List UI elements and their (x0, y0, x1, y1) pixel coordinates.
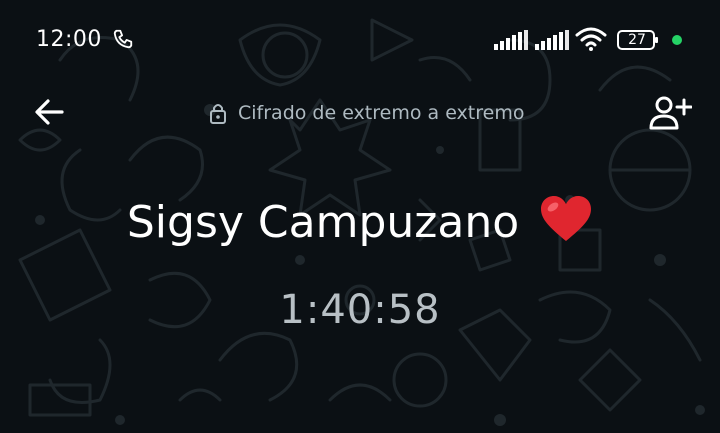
call-duration: 1:40:58 (279, 287, 441, 333)
contact-name: Sigsy Campuzano (0, 195, 720, 248)
encryption-label: Cifrado de extremo a extremo (238, 102, 525, 124)
contact-name-text: Sigsy Campuzano (126, 197, 520, 248)
encryption-notice: Cifrado de extremo a extremo (208, 101, 524, 125)
wifi-icon (575, 27, 607, 51)
signal-icon (494, 30, 528, 50)
back-arrow-icon[interactable] (32, 94, 68, 130)
lock-icon (210, 104, 226, 124)
phone-icon (113, 29, 133, 49)
status-bar: 12:00 27 (0, 0, 720, 80)
signal-icon (535, 30, 569, 50)
heart-icon (541, 196, 592, 241)
status-time: 12:00 (36, 27, 102, 52)
add-participant-icon[interactable] (648, 94, 692, 132)
charging-indicator (672, 35, 682, 45)
battery-level: 27 (628, 32, 646, 48)
